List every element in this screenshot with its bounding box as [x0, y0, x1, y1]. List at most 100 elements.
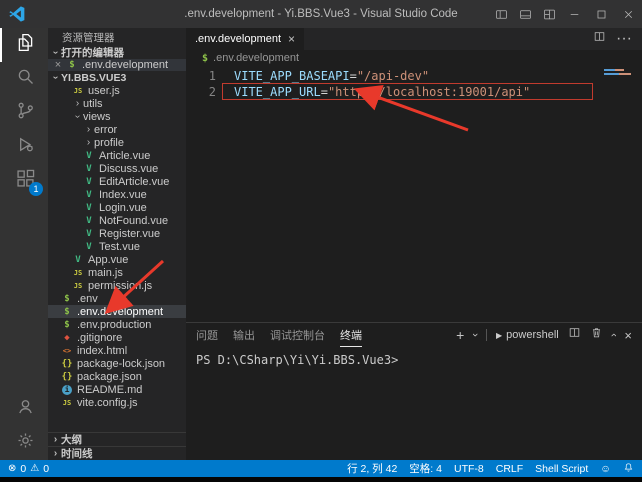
- tree-item[interactable]: VRegister.vue: [48, 227, 186, 240]
- env-file-icon: $: [61, 307, 73, 317]
- tree-item[interactable]: JSvite.config.js: [48, 396, 186, 409]
- account-icon: [15, 396, 36, 422]
- panel-header: 问题输出调试控制台终端 + › ▶ powershell › ×: [186, 323, 642, 347]
- tree-item[interactable]: VNotFound.vue: [48, 214, 186, 227]
- source-control-icon: [15, 100, 36, 126]
- breadcrumb[interactable]: $ .env.development: [186, 50, 642, 66]
- activity-item-search[interactable]: [0, 62, 48, 96]
- tab-close-icon[interactable]: ×: [288, 32, 295, 46]
- activity-item-source-control[interactable]: [0, 96, 48, 130]
- tree-item[interactable]: {}package-lock.json: [48, 357, 186, 370]
- toggle-panel-icon[interactable]: [513, 0, 537, 28]
- minimize-button[interactable]: [561, 0, 588, 28]
- code-line[interactable]: 2VITE_APP_URL="http://localhost:19001/ap…: [186, 84, 642, 100]
- indentation-status[interactable]: 空格: 4: [409, 461, 442, 476]
- tree-item[interactable]: iREADME.md: [48, 383, 186, 396]
- tree-item[interactable]: $.env: [48, 292, 186, 305]
- tree-item[interactable]: VTest.vue: [48, 240, 186, 253]
- tree-item[interactable]: VIndex.vue: [48, 188, 186, 201]
- tree-item[interactable]: ◆.gitignore: [48, 331, 186, 344]
- tree-item[interactable]: ›profile: [48, 136, 186, 149]
- kill-terminal-icon[interactable]: [590, 326, 603, 344]
- more-actions-icon[interactable]: ···: [616, 30, 632, 48]
- code-lines: 1VITE_APP_BASEAPI="/api-dev"2VITE_APP_UR…: [186, 68, 642, 100]
- code-line[interactable]: 1VITE_APP_BASEAPI="/api-dev": [186, 68, 642, 84]
- tab-env-development[interactable]: .env.development ×: [186, 28, 304, 50]
- open-editor-item[interactable]: ×$.env.development: [48, 59, 186, 71]
- tree-item[interactable]: VLogin.vue: [48, 201, 186, 214]
- activity-item-extensions[interactable]: 1: [0, 164, 48, 198]
- explorer-sidebar: 资源管理器 › 打开的编辑器 ×$.env.development › YI.B…: [48, 28, 186, 460]
- folder-name: utils: [83, 98, 103, 110]
- tree-item[interactable]: JSuser.js: [48, 84, 186, 97]
- line-number: 2: [194, 84, 216, 100]
- new-terminal-icon[interactable]: +: [456, 328, 464, 342]
- env-file-icon: $: [66, 60, 78, 70]
- tree-item[interactable]: ›error: [48, 123, 186, 136]
- feedback-icon[interactable]: ☺: [600, 463, 611, 475]
- maximize-button[interactable]: [588, 0, 615, 28]
- panel-tab[interactable]: 调试控制台: [270, 323, 325, 347]
- cursor-position[interactable]: 行 2, 列 42: [347, 461, 397, 476]
- close-button[interactable]: [615, 0, 642, 28]
- panel-tab[interactable]: 终端: [340, 323, 362, 347]
- activity-item-settings[interactable]: [0, 426, 48, 460]
- maximize-panel-icon[interactable]: ›: [608, 333, 620, 337]
- section-label: 时间线: [61, 446, 93, 460]
- split-terminal-icon[interactable]: [568, 326, 581, 344]
- toggle-sidebar-icon[interactable]: [489, 0, 513, 28]
- eol-status[interactable]: CRLF: [496, 463, 523, 475]
- tree-item[interactable]: VArticle.vue: [48, 149, 186, 162]
- sidebar-section[interactable]: ›时间线: [48, 446, 186, 460]
- env-var-value: "http://localhost:19001/api": [328, 84, 530, 100]
- language-mode[interactable]: Shell Script: [535, 463, 588, 475]
- activity-item-account[interactable]: [0, 392, 48, 426]
- tree-item[interactable]: ›utils: [48, 97, 186, 110]
- env-file-icon: $: [61, 294, 73, 304]
- vue-file-icon: V: [83, 229, 95, 239]
- js-file-icon: JS: [72, 87, 84, 95]
- split-editor-icon[interactable]: [593, 30, 606, 48]
- tree-item[interactable]: JSpermission.js: [48, 279, 186, 292]
- project-root-header[interactable]: › YI.BBS.VUE3: [48, 71, 186, 84]
- vue-file-icon: V: [83, 190, 95, 200]
- file-name: package-lock.json: [77, 358, 165, 370]
- terminal-shell-item[interactable]: ▶ powershell: [496, 329, 559, 341]
- sidebar-section[interactable]: ›大纲: [48, 432, 186, 446]
- sidebar-bottom-sections: ›大纲›时间线: [48, 432, 186, 460]
- panel-tab[interactable]: 输出: [233, 323, 255, 347]
- tree-item[interactable]: <>index.html: [48, 344, 186, 357]
- chevron-right-icon: ›: [83, 124, 94, 135]
- open-editors-header[interactable]: › 打开的编辑器: [48, 46, 186, 59]
- js-file-icon: JS: [72, 282, 84, 290]
- terminal-prompt: PS D:\CSharp\Yi\Yi.BBS.Vue3>: [196, 353, 398, 367]
- vue-file-icon: V: [83, 177, 95, 187]
- terminal-dropdown-icon[interactable]: ›: [469, 333, 481, 337]
- activity-item-explorer[interactable]: [0, 28, 48, 62]
- tree-item[interactable]: VEditArticle.vue: [48, 175, 186, 188]
- titlebar-controls: [489, 0, 642, 28]
- minimap-line: [604, 69, 624, 71]
- customize-layout-icon[interactable]: [537, 0, 561, 28]
- minimap[interactable]: [604, 69, 632, 77]
- tree-item[interactable]: ›views: [48, 110, 186, 123]
- tree-item[interactable]: JSmain.js: [48, 266, 186, 279]
- panel-tab[interactable]: 问题: [196, 323, 218, 347]
- file-name: vite.config.js: [77, 397, 138, 409]
- bottom-panel: 问题输出调试控制台终端 + › ▶ powershell › ×: [186, 322, 642, 460]
- notifications-icon[interactable]: [623, 462, 634, 476]
- problems-status[interactable]: ⊗ 0 ⚠ 0: [0, 463, 49, 475]
- js-file-icon: JS: [72, 269, 84, 277]
- tree-item[interactable]: $.env.production: [48, 318, 186, 331]
- tree-item[interactable]: VApp.vue: [48, 253, 186, 266]
- code-editor[interactable]: 1VITE_APP_BASEAPI="/api-dev"2VITE_APP_UR…: [186, 66, 642, 322]
- close-panel-icon[interactable]: ×: [624, 328, 632, 343]
- encoding-status[interactable]: UTF-8: [454, 463, 484, 475]
- activity-item-run-debug[interactable]: [0, 130, 48, 164]
- tree-item[interactable]: VDiscuss.vue: [48, 162, 186, 175]
- tree-item[interactable]: $.env.development: [48, 305, 186, 318]
- close-icon[interactable]: ×: [52, 59, 64, 71]
- tree-item[interactable]: {}package.json: [48, 370, 186, 383]
- terminal[interactable]: PS D:\CSharp\Yi\Yi.BBS.Vue3>: [186, 347, 642, 460]
- git-file-icon: ◆: [61, 333, 73, 343]
